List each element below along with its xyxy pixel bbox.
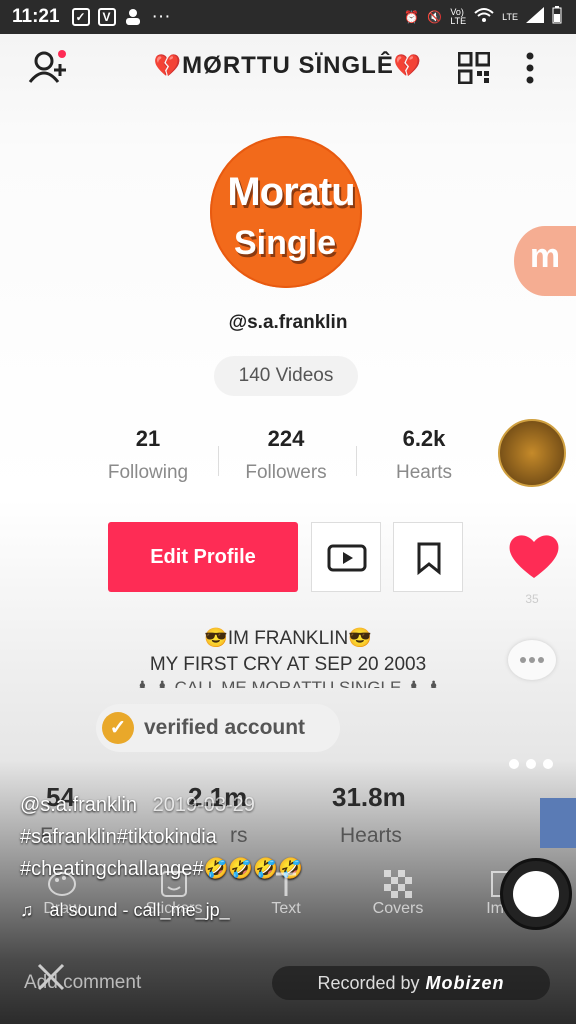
stat-label: Following [107,462,189,483]
youtube-icon [327,544,367,572]
video-author-line: @s.a.franklin 2019-03-29 [20,794,255,817]
recorder-label: Recorded by [317,973,420,993]
recorder-watermark: Recorded by Mobizen [272,966,550,1000]
text-icon [246,868,326,900]
broken-heart-icon: 💔 [393,53,423,78]
music-disc-icon[interactable] [498,419,566,487]
background-stat-value: 31.8m [332,782,406,812]
profile-stats: 21 Following 224 Followers 6.2k Hearts [78,426,498,496]
stat-value: 6.2k [402,426,446,451]
username: @s.a.franklin [228,312,348,333]
more-dots-icon[interactable] [506,756,556,777]
volte-icon: Vo) LTE [450,6,467,26]
background-stat-label: Hearts [340,824,402,847]
close-icon[interactable] [36,962,66,997]
verified-check-icon: ✓ [102,712,134,744]
status-bar: 11:21 ✓ V ··· ⏰ 🔇 Vo) LTE LTE [0,0,576,34]
battery-icon [552,6,562,27]
stat-value: 21 [135,426,161,451]
checker-icon [358,868,438,900]
sticker-icon [134,868,214,900]
video-date: 2019-03-29 [152,794,255,816]
comment-icon[interactable] [508,640,556,680]
like-count: 35 [525,592,539,606]
status-time: 11:21 [12,6,60,27]
bio-line: MY FIRST CRY AT SEP 20 2003 [149,654,427,675]
tool-label: Covers [372,900,424,917]
favorites-button[interactable] [393,522,463,592]
videos-count-badge: 140 Videos [214,356,358,396]
video-sound[interactable]: ♫ al sound - call_me_jp_ [20,900,230,921]
video-thumbnail[interactable] [540,798,576,848]
alarm-icon: ⏰ [404,9,420,24]
tool-text[interactable]: Text [246,868,326,918]
stat-hearts[interactable]: 6.2k Hearts [354,426,494,484]
profile-header: 💔MØRTTU SÏNGLÊ💔 [0,34,576,104]
bookmark-icon [417,542,441,576]
video-caption[interactable]: #safranklin#tiktokindia [20,826,217,849]
stat-label: Followers [245,462,327,483]
profile-display-name: MØRTTU SÏNGLÊ [182,52,394,79]
stat-following[interactable]: 21 Following [78,426,218,484]
avatar-logo-text: Single [234,224,337,262]
app-logo-icon: m [514,226,576,296]
verified-badge: ✓ verified account [96,704,340,752]
wifi-icon [474,7,494,26]
video-author[interactable]: @s.a.franklin [20,794,137,816]
recorder-brand: Mobizen [425,973,505,993]
bio-line: ♟ ♟ CALL ME MORATTU SINGLE ♟ ♟ [134,678,442,688]
youtube-button[interactable] [311,522,381,592]
stat-followers[interactable]: 224 Followers [216,426,356,484]
edit-profile-button[interactable]: Edit Profile [108,522,298,592]
messenger-icon: ✓ [71,8,90,26]
qr-code-icon[interactable] [457,51,491,85]
screen: 11:21 ✓ V ··· ⏰ 🔇 Vo) LTE LTE 💔MØRTTU SÏ… [0,0,576,1024]
sound-name: al sound - call_me_jp_ [49,900,230,920]
verified-label: verified account [144,716,306,739]
bio: 😎IM FRANKLIN😎 MY FIRST CRY AT SEP 20 200… [0,626,576,688]
avatar[interactable]: Moratu Single [210,136,362,288]
more-options-icon[interactable] [520,50,540,86]
tool-label: Text [271,900,301,917]
background-stat-label: rs [230,824,248,847]
mute-icon: 🔇 [427,9,443,24]
v-icon: V [97,8,116,26]
status-right: ⏰ 🔇 Vo) LTE LTE [404,6,562,27]
palette-icon [22,868,102,900]
sound-avatar-image [513,871,559,917]
tool-covers[interactable]: Covers [358,868,438,918]
signal-icon [526,7,544,26]
lte-icon: LTE [502,11,518,22]
music-note-icon: ♫ [20,900,34,920]
like-heart-icon[interactable] [508,532,560,585]
stat-label: Hearts [396,462,452,483]
ellipsis-icon: ··· [151,6,171,27]
stat-value: 224 [267,426,305,451]
bio-line: 😎IM FRANKLIN😎 [204,628,372,649]
broken-heart-icon: 💔 [153,53,183,78]
avatar-logo-text: Moratu [227,170,355,214]
sound-avatar[interactable] [500,858,572,930]
person-icon [124,8,142,26]
